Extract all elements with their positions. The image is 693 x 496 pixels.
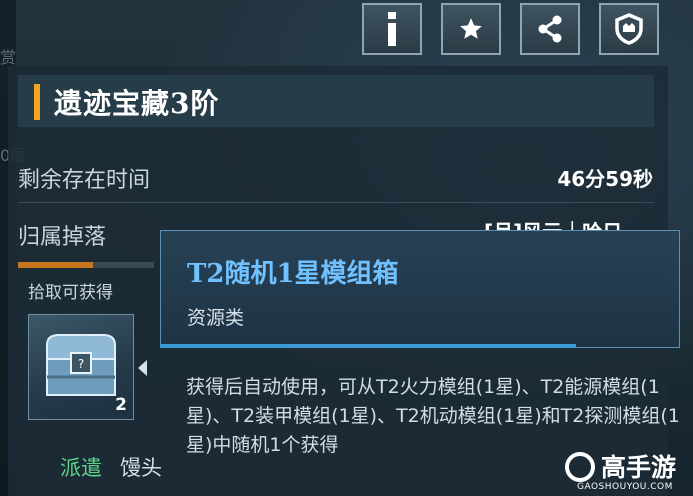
row-divider [18, 202, 654, 203]
share-icon [538, 15, 562, 43]
owner-drop-value: [月]风云｜哈日 [484, 216, 622, 230]
owner-drop-label: 归属掉落 [18, 225, 107, 250]
loot-progress-bar [18, 262, 154, 268]
background-text-fragment: 赏 [0, 48, 17, 67]
info-icon [388, 12, 396, 46]
unit-name: 馒头 [120, 456, 162, 480]
watermark-logo-icon [565, 452, 595, 482]
share-button[interactable] [520, 3, 580, 55]
guild-button[interactable] [599, 3, 659, 55]
tooltip-item-type: 资源类 [187, 307, 245, 329]
svg-text:?: ? [78, 357, 84, 371]
title-accent-bar [34, 84, 40, 120]
tooltip-item-title: T2随机1星模组箱 [187, 259, 399, 289]
item-description: 获得后自动使用，可从T2火力模组(1星)、T2能源模组(1星)、T2装甲模组(1… [186, 376, 680, 456]
loot-item-slot[interactable]: ? 2 [28, 314, 134, 420]
info-button[interactable] [362, 3, 422, 55]
watermark-url: GAOSHOUYOU.COM [577, 482, 673, 492]
item-tooltip: T2随机1星模组箱 资源类 [160, 230, 680, 348]
selected-arrow-icon [138, 360, 147, 376]
dispatch-label[interactable]: 派遣 [60, 452, 102, 482]
toolbar [362, 3, 659, 55]
star-icon [460, 18, 482, 39]
remaining-time-value: 46分59秒 [557, 167, 653, 191]
loot-item-count: 2 [115, 395, 127, 415]
remaining-time-label: 剩余存在时间 [18, 168, 151, 193]
loot-progress-fill [18, 262, 93, 268]
favorite-button[interactable] [441, 3, 501, 55]
watermark: 高手游 GAOSHOUYOU.COM [565, 448, 693, 496]
loot-section-title: 拾取可获得 [28, 283, 113, 303]
page-title: 遗迹宝藏3阶 [54, 87, 220, 120]
tooltip-underline [160, 344, 576, 348]
watermark-text: 高手游 [601, 453, 677, 482]
shield-icon [615, 13, 643, 45]
treasure-chest-icon: ? [46, 334, 116, 396]
